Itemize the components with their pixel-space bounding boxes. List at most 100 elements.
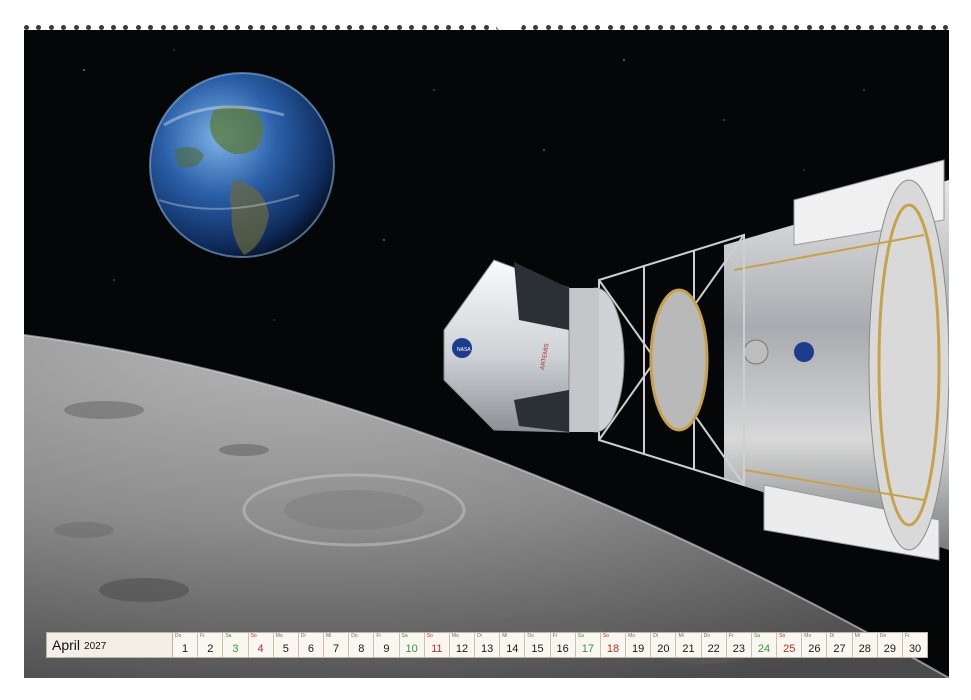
calendar-month: April [52, 637, 81, 653]
binding-hole [346, 24, 352, 30]
day-number: 12 [455, 643, 469, 655]
day-number: 19 [632, 643, 645, 655]
calendar-day-3: Sa 3 [223, 633, 249, 657]
day-number: 7 [333, 643, 340, 655]
binding-hole [595, 24, 601, 30]
weekday-abbr: Fr [200, 633, 205, 639]
calendar-strip: April 2027 Do 1 Fr 2 Sa 3 So 4 Mo 5 Di 6 Mi 7 Do 8 Fr 9 Sa… [46, 632, 928, 658]
binding-hole [831, 24, 837, 30]
day-number: 25 [783, 643, 796, 655]
binding-hole [930, 24, 936, 30]
day-number: 14 [506, 643, 519, 655]
binding-hole [148, 24, 154, 30]
binding-hole [135, 24, 141, 30]
binding-hole [781, 24, 787, 30]
binding-hole [744, 24, 750, 30]
weekday-abbr: Do [527, 633, 534, 639]
binding-hole [632, 24, 638, 30]
weekday-abbr: Mi [502, 633, 508, 639]
calendar-day-6: Di 6 [298, 633, 325, 657]
binding-hole [471, 24, 477, 30]
day-number: 11 [431, 643, 443, 655]
binding-hole [694, 24, 700, 30]
calendar-day-7: Mi 7 [324, 633, 350, 657]
binding-hole [881, 24, 887, 30]
binding-hole [582, 24, 588, 30]
calendar-title: April 2027 [47, 633, 173, 657]
day-number: 6 [307, 643, 314, 655]
weekday-abbr: Di [477, 633, 482, 639]
binding-hole [545, 24, 551, 30]
weekday-abbr: Fr [552, 633, 558, 639]
photo-scene: NASA ARTEMIS [24, 30, 949, 678]
calendar-day-2: Fr 2 [198, 633, 224, 657]
binding-hole [110, 24, 116, 30]
calendar-day-11: So 11 [424, 633, 450, 657]
binding-hole [806, 24, 812, 30]
binding-hole [371, 24, 377, 30]
binding-hole [36, 24, 42, 30]
nasa-logo-text: NASA [457, 347, 471, 353]
calendar-day-5: Mo 5 [273, 633, 299, 657]
binding-hole [334, 24, 340, 30]
day-number: 16 [556, 643, 569, 655]
day-number: 9 [383, 643, 390, 655]
weekday-abbr: Di [653, 633, 658, 639]
binding-hole [173, 24, 179, 30]
weekday-abbr: Sa [753, 633, 761, 639]
binding-hole [682, 24, 688, 30]
weekday-abbr: Mi [678, 633, 684, 639]
binding-hole [756, 24, 762, 30]
calendar-days: Do 1 Fr 2 Sa 3 So 4 Mo 5 Di 6 Mi 7 Do 8 Fr 9 Sa 10 So 11 Mo 12 D… [173, 633, 928, 657]
calendar-day-14: Mi 14 [500, 633, 526, 657]
day-number: 28 [858, 643, 871, 655]
binding-hole [247, 24, 253, 30]
calendar-day-4: So 4 [248, 633, 274, 657]
day-number: 1 [182, 643, 189, 655]
binding-hole [197, 24, 203, 30]
binding-hole [309, 24, 315, 30]
day-number: 29 [883, 643, 897, 655]
binding-hole [73, 24, 79, 30]
calendar-year: 2027 [84, 640, 107, 652]
binding-hole [61, 24, 67, 30]
day-number: 2 [207, 643, 214, 655]
calendar-day-21: Mi 21 [676, 633, 702, 657]
calendar-day-20: Di 20 [651, 633, 677, 657]
binding-hole [210, 24, 216, 30]
binding-hole [458, 24, 464, 30]
weekday-abbr: Di [829, 633, 835, 639]
binding-hole [222, 24, 228, 30]
weekday-abbr: Sa [577, 633, 584, 639]
calendar-day-15: Do 15 [525, 633, 551, 657]
calendar-day-29: Do 29 [877, 633, 903, 657]
weekday-abbr: Do [175, 633, 182, 639]
weekday-abbr: Do [879, 633, 887, 639]
binding-hole [297, 24, 303, 30]
day-number: 20 [657, 643, 670, 655]
calendar-day-28: Mi 28 [852, 633, 878, 657]
binding-hole [645, 24, 651, 30]
calendar-day-27: Di 27 [827, 633, 853, 657]
binding-hole [707, 24, 713, 30]
calendar-day-16: Fr 16 [550, 633, 576, 657]
day-number: 23 [732, 643, 745, 655]
day-number: 10 [405, 643, 418, 655]
weekday-abbr: Mo [804, 633, 812, 639]
weekday-abbr: So [602, 633, 610, 639]
binding-hole [843, 24, 849, 30]
weekday-abbr: So [779, 633, 786, 639]
day-number: 5 [282, 643, 289, 655]
binding-hole [421, 24, 427, 30]
day-number: 13 [481, 643, 494, 655]
calendar-day-23: Fr 23 [726, 633, 752, 657]
weekday-abbr: Mi [854, 633, 860, 639]
binding-hole [533, 24, 539, 30]
weekday-abbr: Sa [225, 633, 232, 639]
day-number: 21 [682, 643, 695, 655]
calendar-day-9: Fr 9 [374, 633, 400, 657]
calendar-day-13: Di 13 [475, 633, 501, 657]
binding-hole [918, 24, 924, 30]
binding-hole [185, 24, 191, 30]
binding-hole [669, 24, 675, 30]
